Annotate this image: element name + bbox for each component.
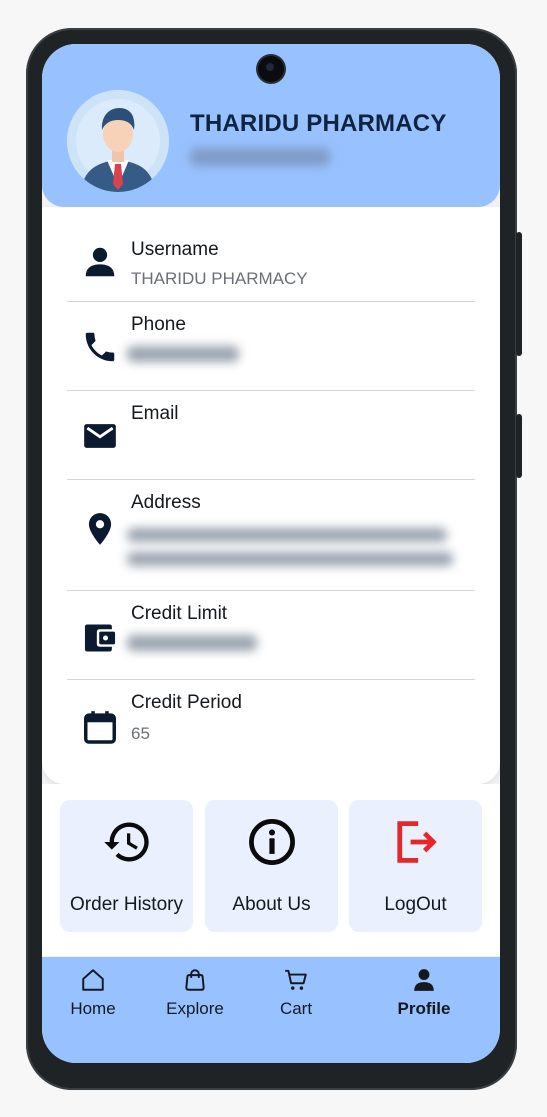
nav-profile[interactable]: Profile [384,967,464,1027]
credit-period-label: Credit Period [131,692,242,713]
phone-row: Phone [67,302,475,391]
nav-explore[interactable]: Explore [155,967,235,1027]
nav-profile-label: Profile [397,999,451,1018]
redacted-address-line-1 [127,528,447,542]
about-us-label: About Us [232,894,311,915]
avatar [67,90,169,192]
address-row: Address [67,480,475,591]
phone-label: Phone [131,314,186,335]
redacted-subtitle [190,148,330,166]
nav-cart-label: Cart [279,999,313,1018]
home-icon [82,969,104,991]
power-button [516,414,522,478]
logout-icon [397,821,437,863]
wallet-icon [84,624,116,652]
redacted-phone-value [127,346,239,362]
calendar-icon [84,711,116,744]
credit-limit-label: Credit Limit [131,603,228,624]
store-name: THARIDU PHARMACY [190,110,447,137]
username-label: Username [131,239,219,260]
redacted-credit-limit-value [127,635,257,651]
email-row: Email [67,391,475,480]
about-us-button[interactable]: About Us [205,800,338,932]
bottom-navigation: Home Explore Cart Profile [42,957,500,1063]
camera-cutout [258,56,284,82]
profile-icon [414,969,434,991]
email-label: Email [131,403,179,424]
shopping-bag-icon [185,969,205,991]
redacted-address-line-2 [127,552,453,566]
logout-label: LogOut [384,894,447,915]
credit-period-value: 65 [131,724,150,743]
nav-home-label: Home [70,999,116,1018]
credit-period-row: Credit Period 65 [67,680,475,770]
person-icon [85,247,115,277]
location-pin-icon [88,513,112,545]
nav-cart[interactable]: Cart [256,967,336,1027]
username-value: THARIDU PHARMACY [131,269,308,288]
username-row: Username THARIDU PHARMACY [67,221,475,302]
volume-button [516,232,522,356]
nav-home[interactable]: Home [53,967,133,1027]
cart-icon [285,969,307,990]
phone-icon [85,332,115,362]
order-history-button[interactable]: Order History [60,800,193,932]
app-screen: THARIDU PHARMACY Username THARIDU PHARMA… [42,44,500,1063]
address-label: Address [131,492,201,513]
info-icon [249,819,295,865]
nav-explore-label: Explore [166,999,224,1018]
logout-button[interactable]: LogOut [349,800,482,932]
profile-details-card: Username THARIDU PHARMACY Phone Email Ad… [42,207,500,784]
order-history-label: Order History [70,894,183,915]
mail-icon [84,424,116,448]
history-icon [104,822,149,862]
action-tiles: Order History About Us LogOut [42,784,500,956]
credit-limit-row: Credit Limit [67,591,475,680]
